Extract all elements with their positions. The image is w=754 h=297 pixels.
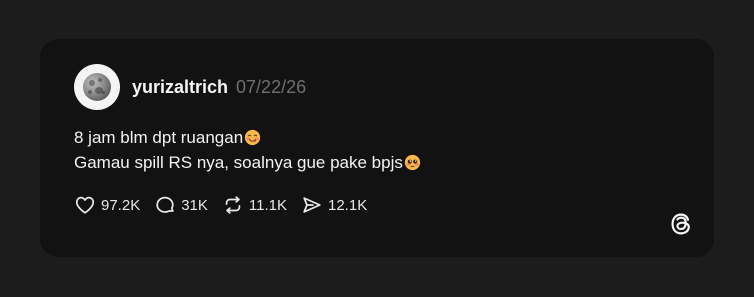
heart-icon — [75, 196, 95, 214]
reply-count: 31K — [181, 196, 208, 214]
face-savoring-food-emoji — [245, 129, 261, 146]
avatar[interactable] — [74, 64, 120, 110]
threads-logo-icon[interactable] — [666, 209, 696, 239]
like-button[interactable]: 97.2K — [74, 194, 140, 216]
pleading-face-emoji — [404, 154, 421, 171]
repost-icon — [225, 196, 241, 214]
post-line-text: 8 jam blm dpt ruangan — [74, 128, 244, 147]
share-button[interactable]: 12.1K — [301, 194, 367, 216]
post-header: yurizaltrich 07/22/26 — [74, 64, 306, 110]
post-line-text: Gamau spill RS nya, soalnya gue pake bpj… — [74, 153, 403, 172]
speech-bubble-icon — [156, 196, 174, 213]
like-count: 97.2K — [101, 196, 141, 214]
post-line-2: Gamau spill RS nya, soalnya gue pake bpj… — [74, 150, 421, 175]
share-count: 12.1K — [328, 196, 368, 214]
post-card: yurizaltrich 07/22/26 8 jam blm dpt ruan… — [40, 39, 714, 257]
post-actions: 97.2K 31K 11.1K 12.1K — [74, 194, 381, 216]
post-username[interactable]: yurizaltrich — [132, 77, 228, 98]
post-body: 8 jam blm dpt ruangan Gamau spill RS nya… — [74, 125, 421, 175]
reply-button[interactable]: 31K — [154, 194, 208, 216]
post-date: 07/22/26 — [236, 76, 307, 97]
repost-count: 11.1K — [248, 196, 287, 214]
send-icon — [303, 197, 321, 213]
moon-avatar-image — [83, 73, 111, 101]
post-line-1: 8 jam blm dpt ruangan — [74, 125, 421, 150]
repost-button[interactable]: 11.1K — [222, 194, 287, 216]
